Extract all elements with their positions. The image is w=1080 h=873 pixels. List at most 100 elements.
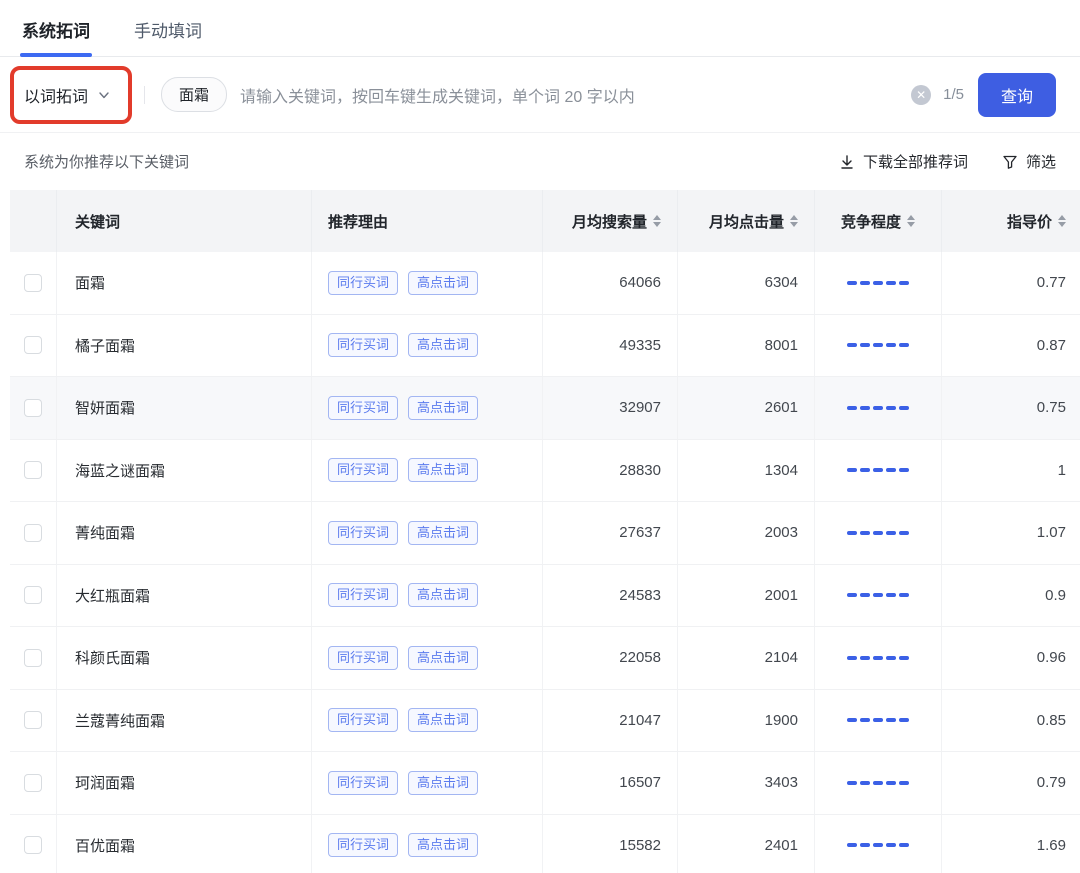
- row-checkbox[interactable]: [24, 524, 42, 542]
- click-volume-value: 2104: [765, 649, 798, 666]
- sort-caret-icon[interactable]: [1058, 215, 1066, 227]
- competition-dash: [899, 718, 909, 722]
- reason-tags: 同行买词高点击词: [328, 396, 478, 420]
- toolbar-right: ✕ 1/5 查询: [911, 73, 1056, 117]
- header-label: 月均点击量: [709, 211, 784, 232]
- row-checkbox-cell: [10, 502, 57, 564]
- click-volume-value: 2001: [765, 587, 798, 604]
- table-row[interactable]: 大红瓶面霜 同行买词高点击词 24583 2001 0.9: [10, 565, 1080, 628]
- click-volume-value: 2003: [765, 524, 798, 541]
- guide-price-value: 1.69: [1037, 837, 1066, 854]
- header-monthly-clicks[interactable]: 月均点击量: [678, 190, 815, 252]
- download-all-button[interactable]: 下载全部推荐词: [839, 151, 968, 172]
- table-row[interactable]: 菁纯面霜 同行买词高点击词 27637 2003 1.07: [10, 502, 1080, 565]
- competition-cell: [815, 690, 942, 752]
- reason-tag: 高点击词: [408, 458, 478, 482]
- competition-dash: [886, 781, 896, 785]
- click-volume-cell: 2001: [678, 565, 815, 627]
- tab-manual-fill[interactable]: 手动填词: [132, 1, 204, 56]
- table-row[interactable]: 橘子面霜 同行买词高点击词 49335 8001 0.87: [10, 315, 1080, 378]
- row-checkbox-cell: [10, 315, 57, 377]
- competition-dash: [860, 531, 870, 535]
- header-keyword: 关键词: [57, 190, 312, 252]
- mode-dropdown[interactable]: 以词拓词: [24, 83, 110, 107]
- keyword-chip[interactable]: 面霜: [161, 77, 227, 112]
- reason-tag: 同行买词: [328, 833, 398, 857]
- header-monthly-search[interactable]: 月均搜索量: [543, 190, 678, 252]
- reason-tag: 同行买词: [328, 396, 398, 420]
- reason-tag: 高点击词: [408, 521, 478, 545]
- header-competition[interactable]: 竞争程度: [815, 190, 942, 252]
- competition-dash: [847, 781, 857, 785]
- competition-level-indicator: [847, 468, 909, 472]
- keyword-text: 大红瓶面霜: [75, 585, 150, 606]
- reason-tags: 同行买词高点击词: [328, 646, 478, 670]
- row-checkbox[interactable]: [24, 774, 42, 792]
- chevron-down-icon: [98, 89, 110, 101]
- competition-dash: [847, 343, 857, 347]
- competition-dash: [860, 781, 870, 785]
- clear-input-icon[interactable]: ✕: [911, 85, 931, 105]
- table-row[interactable]: 智妍面霜 同行买词高点击词 32907 2601 0.75: [10, 377, 1080, 440]
- search-volume-cell: 32907: [543, 377, 678, 439]
- reason-tag: 同行买词: [328, 771, 398, 795]
- competition-dash: [847, 531, 857, 535]
- keyword-text: 面霜: [75, 272, 105, 293]
- row-checkbox[interactable]: [24, 336, 42, 354]
- sort-caret-icon[interactable]: [907, 215, 915, 227]
- header-label: 推荐理由: [328, 211, 388, 232]
- search-volume-value: 15582: [619, 837, 661, 854]
- filter-label: 筛选: [1026, 151, 1056, 172]
- table-row[interactable]: 兰蔻菁纯面霜 同行买词高点击词 21047 1900 0.85: [10, 690, 1080, 753]
- reason-tags: 同行买词高点击词: [328, 708, 478, 732]
- keyword-cell: 智妍面霜: [57, 377, 312, 439]
- guide-price-cell: 0.75: [942, 377, 1080, 439]
- click-volume-value: 2601: [765, 399, 798, 416]
- reason-cell: 同行买词高点击词: [312, 627, 543, 689]
- table-row[interactable]: 面霜 同行买词高点击词 64066 6304 0.77: [10, 252, 1080, 315]
- row-checkbox[interactable]: [24, 274, 42, 292]
- reason-tag: 同行买词: [328, 646, 398, 670]
- search-button[interactable]: 查询: [978, 73, 1056, 117]
- sort-caret-icon[interactable]: [790, 215, 798, 227]
- competition-dash: [873, 468, 883, 472]
- row-checkbox-cell: [10, 377, 57, 439]
- guide-price-cell: 1.07: [942, 502, 1080, 564]
- competition-dash: [886, 468, 896, 472]
- table-row[interactable]: 海蓝之谜面霜 同行买词高点击词 28830 1304 1: [10, 440, 1080, 503]
- guide-price-value: 0.85: [1037, 712, 1066, 729]
- reason-tag: 同行买词: [328, 708, 398, 732]
- keyword-input-placeholder[interactable]: 请输入关键词，按回车键生成关键词，单个词 20 字以内: [240, 83, 635, 107]
- row-checkbox-cell: [10, 252, 57, 314]
- header-guide-price[interactable]: 指导价: [942, 190, 1080, 252]
- reason-tags: 同行买词高点击词: [328, 583, 478, 607]
- tab-system-expand[interactable]: 系统拓词: [20, 1, 92, 56]
- hint-actions: 下载全部推荐词 筛选: [839, 151, 1056, 172]
- competition-dash: [847, 593, 857, 597]
- row-checkbox[interactable]: [24, 461, 42, 479]
- table-row[interactable]: 珂润面霜 同行买词高点击词 16507 3403 0.79: [10, 752, 1080, 815]
- keyword-text: 百优面霜: [75, 835, 135, 856]
- competition-dash: [860, 593, 870, 597]
- row-checkbox[interactable]: [24, 711, 42, 729]
- click-volume-value: 1304: [765, 462, 798, 479]
- row-checkbox[interactable]: [24, 586, 42, 604]
- click-volume-value: 6304: [765, 274, 798, 291]
- reason-cell: 同行买词高点击词: [312, 252, 543, 314]
- reason-tags: 同行买词高点击词: [328, 833, 478, 857]
- click-volume-value: 2401: [765, 837, 798, 854]
- reason-tag: 高点击词: [408, 333, 478, 357]
- row-checkbox-cell: [10, 815, 57, 873]
- toolbar-divider: [144, 86, 145, 104]
- filter-button[interactable]: 筛选: [1002, 151, 1056, 172]
- competition-dash: [860, 843, 870, 847]
- row-checkbox[interactable]: [24, 649, 42, 667]
- table-row[interactable]: 百优面霜 同行买词高点击词 15582 2401 1.69: [10, 815, 1080, 873]
- row-checkbox[interactable]: [24, 399, 42, 417]
- row-checkbox[interactable]: [24, 836, 42, 854]
- table-row[interactable]: 科颜氏面霜 同行买词高点击词 22058 2104 0.96: [10, 627, 1080, 690]
- keyword-text: 兰蔻菁纯面霜: [75, 710, 165, 731]
- competition-level-indicator: [847, 531, 909, 535]
- search-toolbar: 以词拓词 面霜 请输入关键词，按回车键生成关键词，单个词 20 字以内 ✕ 1/…: [0, 57, 1080, 133]
- sort-caret-icon[interactable]: [653, 215, 661, 227]
